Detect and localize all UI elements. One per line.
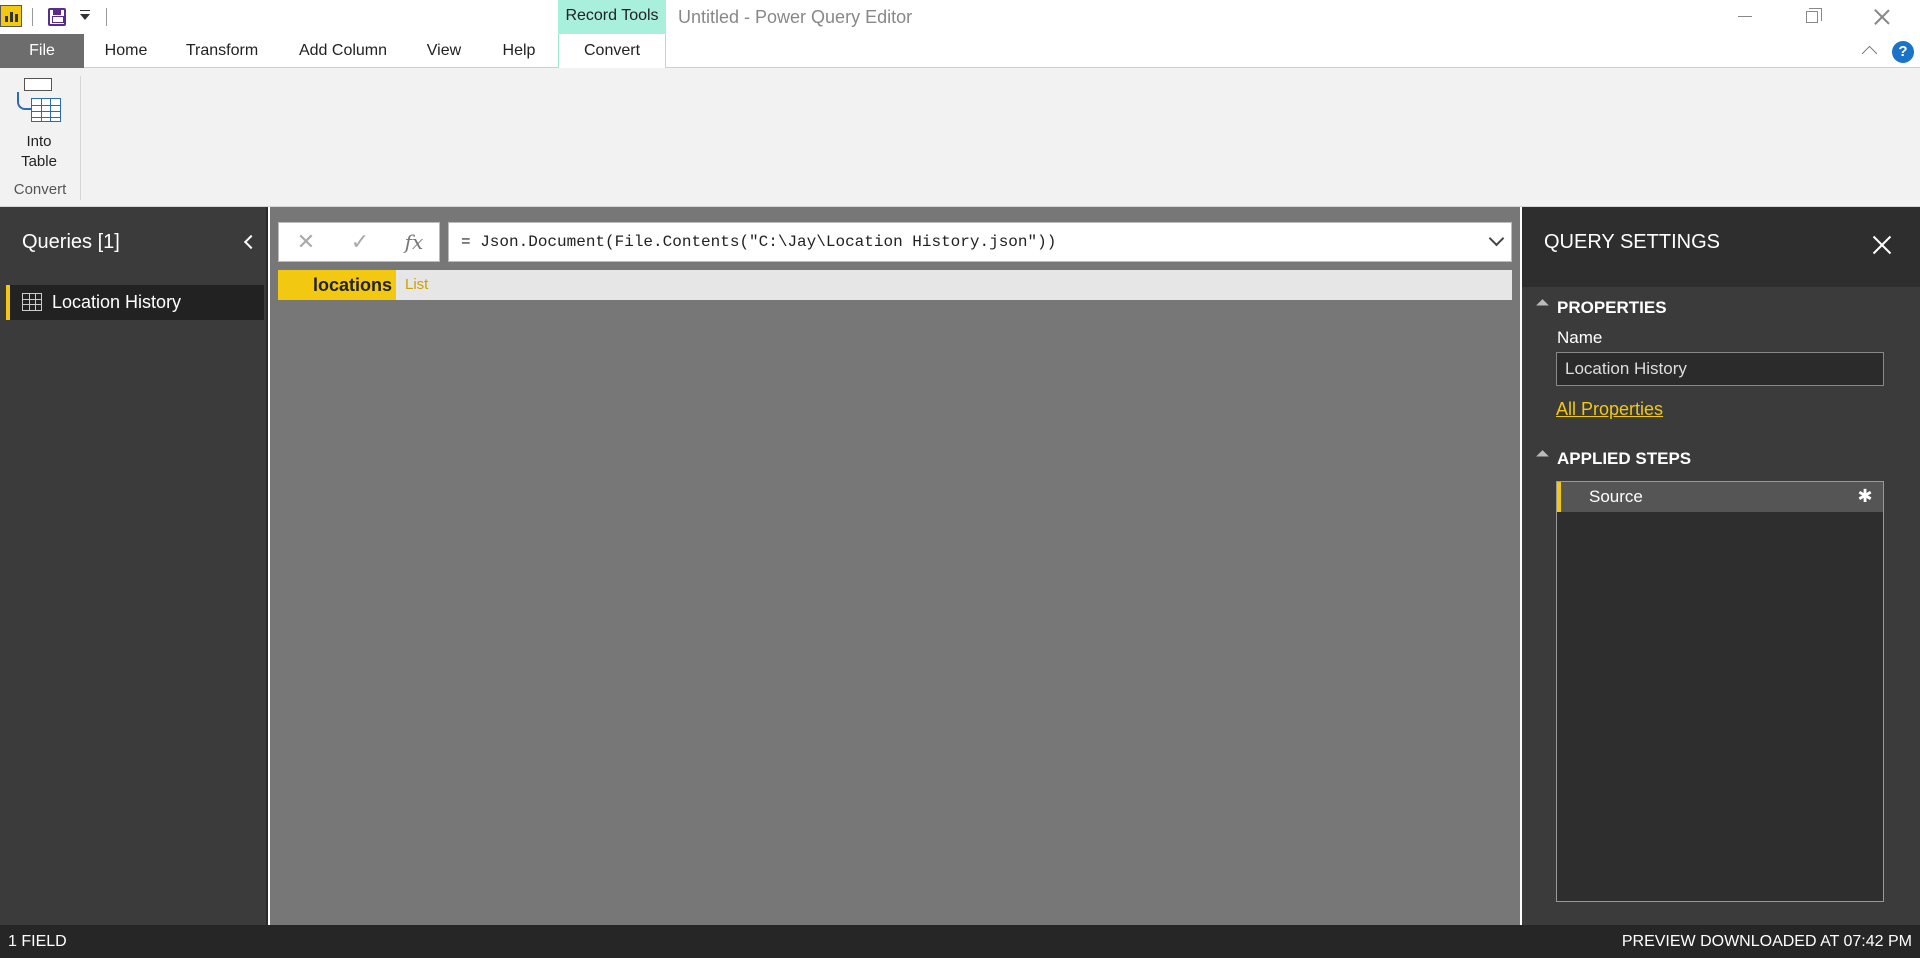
into-table-label-line2: Table	[21, 153, 57, 170]
query-item-label: Location History	[52, 292, 182, 312]
table-icon	[22, 293, 42, 311]
restore-icon	[1806, 8, 1822, 23]
properties-collapse-icon[interactable]	[1536, 299, 1549, 312]
tab-file[interactable]: File	[0, 34, 84, 68]
applied-steps-list: Source ✱	[1556, 481, 1884, 902]
tab-transform[interactable]: Transform	[176, 34, 268, 68]
record-tools-context-label: Record Tools	[558, 0, 666, 34]
formula-text: = Json.Document(File.Contents("C:\Jay\Lo…	[461, 233, 1057, 251]
query-item-location-history[interactable]: Location History	[6, 285, 264, 320]
query-settings-pane: QUERY SETTINGS PROPERTIES Name Location …	[1522, 207, 1920, 925]
fx-icon[interactable]: fx	[387, 223, 441, 261]
tab-add-column[interactable]: Add Column	[290, 34, 396, 68]
help-icon[interactable]: ?	[1892, 41, 1914, 63]
status-bar: 1 FIELD PREVIEW DOWNLOADED AT 07:42 PM	[0, 925, 1920, 958]
query-settings-header: QUERY SETTINGS	[1522, 207, 1920, 287]
applied-step-label: Source	[1589, 487, 1643, 506]
ribbon-tab-bar: File Home Transform Add Column View Help…	[0, 34, 1920, 69]
name-label: Name	[1557, 328, 1603, 347]
tab-convert[interactable]: Convert	[558, 34, 666, 69]
close-settings-icon[interactable]	[1872, 235, 1892, 255]
applied-steps-collapse-icon[interactable]	[1536, 450, 1549, 463]
window-title: Untitled - Power Query Editor	[678, 7, 913, 27]
ribbon-group-separator	[80, 76, 81, 200]
collapse-ribbon-icon[interactable]	[1860, 42, 1878, 60]
minimize-icon	[1738, 16, 1752, 17]
minimize-button[interactable]	[1710, 0, 1780, 34]
preview-downloaded-status: PREVIEW DOWNLOADED AT 07:42 PM	[1621, 933, 1912, 950]
record-field-value-link[interactable]: List	[405, 270, 428, 300]
formula-input[interactable]: = Json.Document(File.Contents("C:\Jay\Lo…	[448, 222, 1512, 262]
collapse-queries-icon[interactable]	[242, 235, 256, 249]
ribbon-group-label: Convert	[13, 181, 67, 198]
commit-formula-icon[interactable]: ✓	[333, 223, 387, 261]
tab-help[interactable]: Help	[492, 34, 546, 68]
record-row: locations List	[278, 270, 1512, 300]
expand-formula-chevron-icon[interactable]	[1489, 235, 1503, 249]
close-icon	[1873, 8, 1891, 26]
tab-home[interactable]: Home	[92, 34, 160, 68]
properties-title: PROPERTIES	[1557, 298, 1667, 317]
applied-steps-title: APPLIED STEPS	[1557, 449, 1692, 468]
query-settings-title: QUERY SETTINGS	[1544, 231, 1720, 253]
ribbon: Into Table Convert	[0, 68, 1920, 207]
queries-pane: Queries [1] Location History	[0, 207, 268, 925]
power-bi-app-icon[interactable]	[0, 5, 22, 27]
queries-title: Queries [1]	[22, 231, 120, 253]
qat-separator	[106, 8, 107, 26]
data-preview-area: ✕ ✓ fx = Json.Document(File.Contents("C:…	[270, 207, 1520, 925]
restore-button[interactable]	[1778, 0, 1848, 34]
applied-step-source[interactable]: Source ✱	[1557, 482, 1883, 512]
all-properties-link[interactable]: All Properties	[1556, 399, 1663, 420]
title-bar: Record Tools Untitled - Power Query Edit…	[0, 0, 1920, 34]
cancel-formula-icon[interactable]: ✕	[279, 223, 333, 261]
field-count-status: 1 FIELD	[8, 933, 67, 950]
save-icon[interactable]	[48, 8, 66, 26]
formula-buttons: ✕ ✓ fx	[278, 222, 440, 262]
into-table-icon	[15, 78, 63, 128]
qat-separator	[32, 8, 33, 26]
tab-view[interactable]: View	[418, 34, 470, 68]
into-table-button[interactable]: Into Table	[8, 78, 70, 188]
gear-icon[interactable]: ✱	[1857, 487, 1873, 505]
into-table-label-line1: Into	[26, 133, 52, 150]
record-field-name[interactable]: locations	[278, 270, 396, 300]
close-window-button[interactable]	[1848, 0, 1918, 34]
qat-customize-dropdown-icon[interactable]	[80, 10, 90, 20]
query-name-input[interactable]: Location History	[1556, 352, 1884, 386]
